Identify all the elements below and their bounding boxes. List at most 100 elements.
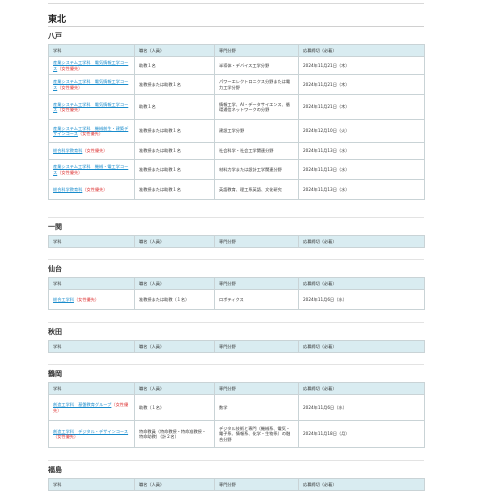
section-ichinoseki: 一関 学科 職名（人員） 専門分野 応募締切（必着） [48,222,428,248]
deadline-cell: 2024年11月18日（月） [298,420,425,448]
deadline-header: 応募締切（必着） [298,340,425,353]
table-header-row: 学科 職名（人員） 専門分野 応募締切（必着） [48,340,425,353]
table-row: 産業システム工学科 機械創生・建築デザインコース（女性優先） 准教授または助教１名… [48,119,425,143]
female-priority-note: （女性優先） [57,65,83,71]
table-row: 産業システム工学科 機械・電工学コース（女性優先） 准教授または助教１名 材料力学ま… [48,159,425,180]
dept-link[interactable]: 創造工学科 基盤教育グループ [53,402,111,407]
section-divider [48,217,424,218]
position-header: 職名（人員） [134,277,215,290]
section-title: 八戸 [48,32,62,40]
dept-header: 学科 [48,277,135,290]
deadline-cell: 2024年11月6日（水） [298,394,425,421]
dept-cell: 産業システム工学科 電気情報工学コース（女性優先） [48,74,135,95]
position-cell: 准教授または助教１名 [134,179,215,200]
dept-link[interactable]: 創造工学科 デジタル・デザインコース [53,429,128,434]
section-divider [48,364,424,365]
section-divider [48,259,424,260]
dept-header: 学科 [48,235,135,248]
deadline-cell: 2024年11月13日（水） [298,142,425,160]
table-row: 総合科学教育科（女性優先） 准教授または助教１名 英語教育、理工系英語、文化研究 20… [48,179,425,200]
field-header: 専門分野 [214,277,299,290]
page: 東北 八戸 学科 職名（人員） 専門分野 応募締切（必着） 産業システム工学科 電気情報… [0,0,502,502]
section-title: 仙台 [48,265,62,273]
field-cell: 情報工学、AI・データサイエンス、循環通信ネットワークの分野 [214,94,299,120]
top-divider [48,3,424,4]
table-row: 創造工学科 基盤教育グループ（女性優先） 助教（１名） 数学 2024年11月6日（水… [48,394,425,421]
field-cell: パワーエレクトロニクス分野または電力工学分野 [214,74,299,95]
deadline-cell: 2024年11月13日（水） [298,159,425,180]
deadline-cell: 2024年12月10日（火） [298,119,425,143]
table-header-row: 学科 職名（人員） 専門分野 応募締切（必着） [48,277,425,290]
table-row: 産業システム工学科 電気情報工学コース（女性優先） 准教授または助教１名 パワーエレ… [48,74,425,95]
dept-link[interactable]: 総合科学教育科 [53,148,82,153]
dept-header: 学科 [48,382,135,395]
table-header-row: 学科 職名（人員） 専門分野 応募締切（必着） [48,235,425,248]
dept-cell: 総合科学教育科（女性優先） [48,179,135,200]
section-title: 福島 [48,466,62,474]
recruitment-table: 学科 職名（人員） 専門分野 応募締切（必着） [48,478,425,491]
field-cell: 数学 [214,394,299,421]
region-title: 東北 [48,15,67,25]
table-row: 創造工学科 デジタル・デザインコース（女性優先） 特命教員（特命教授・特命准教授・… [48,420,425,448]
dept-cell: 総合科学教育科（女性優先） [48,142,135,160]
deadline-header: 応募締切（必着） [298,235,425,248]
section-divider [48,460,424,461]
position-cell: 准教授または助教１名 [134,119,215,143]
field-cell: デジタル技術と専門（機械系、電気・電子系、情報系、化学・生物系）の融合分野 [214,420,299,448]
recruitment-table: 学科 職名（人員） 専門分野 応募締切（必着） 創造工学科 基盤教育グループ（女性優先）… [48,382,425,448]
recruitment-table: 学科 職名（人員） 専門分野 応募締切（必着） 総合工学科（女性優先） 准教授または助教（… [48,277,425,310]
dept-cell: 創造工学科 基盤教育グループ（女性優先） [48,394,135,421]
position-cell: 准教授または助教（１名） [134,289,215,310]
field-cell: 建設工学分野 [214,119,299,143]
table-row: 総合工学科（女性優先） 准教授または助教（１名） ロボティクス 2024年11月6日（… [48,289,425,310]
section-title: 秋田 [48,328,62,336]
region-divider [48,26,424,27]
dept-cell: 産業システム工学科 機械創生・建築デザインコース（女性優先） [48,119,135,143]
recruitment-table: 学科 職名（人員） 専門分野 応募締切（必着） 産業システム工学科 電気情報工学コース（… [48,44,425,200]
dept-cell: 産業システム工学科 電気情報工学コース（女性優先） [48,56,135,75]
dept-link[interactable]: 総合工学科 [53,297,74,302]
field-header: 専門分野 [214,340,299,353]
position-cell: 助教１名 [134,56,215,75]
table-row: 産業システム工学科 電気情報工学コース（女性優先） 助教１名 情報工学、AI・データ… [48,94,425,120]
position-cell: 特命教員（特命教授・特命准教授・特命助教）（計２名） [134,420,215,448]
female-priority-note: （女性優先） [57,169,83,175]
field-cell: 半導体・デバイス工学分野 [214,56,299,75]
dept-header: 学科 [48,44,135,57]
field-header: 専門分野 [214,478,299,491]
deadline-cell: 2024年11月13日（水） [298,179,425,200]
table-header-row: 学科 職名（人員） 専門分野 応募締切（必着） [48,382,425,395]
field-header: 専門分野 [214,44,299,57]
table-header-row: 学科 職名（人員） 専門分野 応募締切（必着） [48,44,425,57]
section-hachinohe: 八戸 学科 職名（人員） 専門分野 応募締切（必着） 産業システム工学科 電気情報工学コ… [48,31,428,200]
deadline-header: 応募締切（必着） [298,277,425,290]
dept-cell: 産業システム工学科 機械・電工学コース（女性優先） [48,159,135,180]
section-divider [48,322,424,323]
female-priority-note: （女性優先） [57,107,83,112]
dept-header: 学科 [48,340,135,353]
deadline-header: 応募締切（必着） [298,44,425,57]
field-header: 専門分野 [214,382,299,395]
table-row: 産業システム工学科 電気情報工学コース（女性優先） 助教１名 半導体・デバイス工学分… [48,56,425,75]
female-priority-note: （女性優先） [57,84,83,90]
field-cell: ロボティクス [214,289,299,310]
dept-cell: 総合工学科（女性優先） [48,289,135,310]
section-title: 鶴岡 [48,370,62,378]
section-title: 一関 [48,223,62,231]
deadline-cell: 2024年11月21日（木） [298,94,425,120]
position-cell: 准教授または助教１名 [134,74,215,95]
deadline-header: 応募締切（必着） [298,382,425,395]
position-header: 職名（人員） [134,44,215,57]
table-header-row: 学科 職名（人員） 専門分野 応募締切（必着） [48,478,425,491]
field-header: 専門分野 [214,235,299,248]
position-cell: 准教授または助教１名 [134,142,215,160]
field-cell: 英語教育、理工系英語、文化研究 [214,179,299,200]
dept-header: 学科 [48,478,135,491]
recruitment-table: 学科 職名（人員） 専門分野 応募締切（必着） [48,235,425,248]
position-header: 職名（人員） [134,340,215,353]
dept-link[interactable]: 総合科学教育科 [53,187,82,192]
field-cell: 社会科学・社会工学関連分野 [214,142,299,160]
female-priority-note: （女性優先） [73,296,100,302]
dept-cell: 産業システム工学科 電気情報工学コース（女性優先） [48,94,135,120]
female-priority-note: （女性優先） [77,131,104,136]
